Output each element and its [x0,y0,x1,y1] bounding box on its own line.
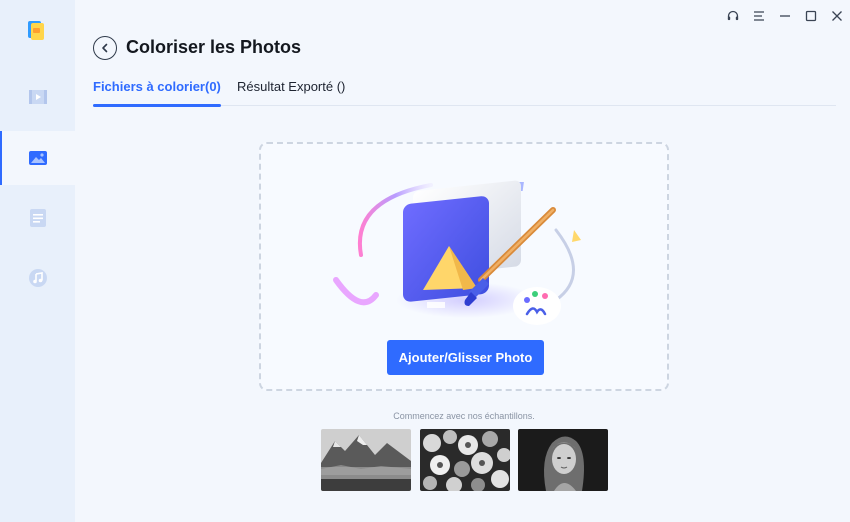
samples-label: Commencez avec nos échantillons. [393,411,535,421]
minimize-icon[interactable] [772,6,798,26]
sidebar-item-audio[interactable] [0,251,75,305]
sidebar-item-photo[interactable] [0,131,75,185]
sidebar-item-video[interactable] [0,70,75,124]
sidebar [0,0,75,522]
drop-zone[interactable]: Ajouter/Glisser Photo [259,142,669,391]
colorize-illustration [333,180,581,325]
document-icon [29,209,46,227]
window-controls [720,6,850,26]
sample-flowers[interactable] [420,429,510,491]
sample-portrait[interactable] [518,429,608,491]
menu-icon[interactable] [746,6,772,26]
page-title: Coloriser les Photos [126,37,302,57]
video-icon [28,90,47,104]
sidebar-item-document[interactable] [0,191,75,245]
portrait-sample [518,429,608,491]
tab-files-to-colorize[interactable]: Fichiers à colorier(0) [93,78,221,107]
image-icon [28,151,47,165]
close-icon[interactable] [824,6,850,26]
maximize-icon[interactable] [798,6,824,26]
flowers-sample [420,429,510,491]
tab-exported-results[interactable]: Résultat Exporté () [237,78,345,106]
add-photo-button[interactable]: Ajouter/Glisser Photo [387,340,544,375]
back-button[interactable] [93,36,117,60]
mountain-lake-sample [321,429,411,491]
sample-mountain-lake[interactable] [321,429,411,491]
headset-icon[interactable] [720,6,746,26]
music-icon [28,269,47,287]
app-logo-icon [25,19,47,41]
chevron-left-icon [102,43,108,53]
tab-bar: Fichiers à colorier(0) Résultat Exporté … [93,78,836,107]
